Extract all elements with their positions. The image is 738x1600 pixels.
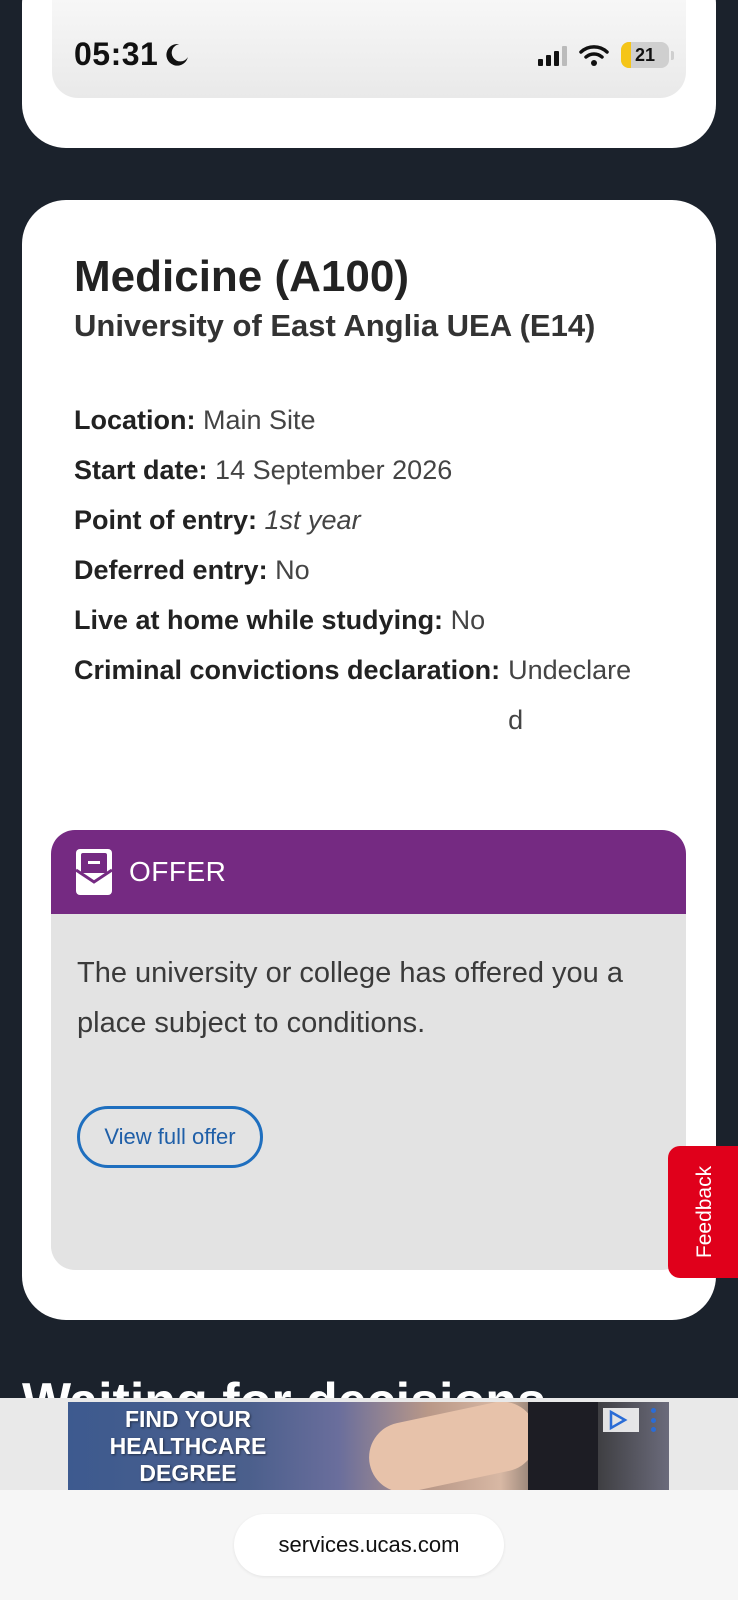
url-bar[interactable]: services.ucas.com [234,1514,504,1576]
ad-banner[interactable]: FIND YOUR HEALTHCARE DEGREE [68,1402,669,1490]
detail-deferred-entry: Deferred entry: No [74,545,674,595]
url-text: services.ucas.com [278,1532,460,1557]
detail-live-at-home: Live at home while studying: No [74,595,674,645]
wifi-icon [579,45,609,66]
status-icons: 21 [538,42,674,68]
view-full-offer-button[interactable]: View full offer [77,1106,263,1168]
detail-label: Live at home while studying: [74,605,444,635]
detail-label: Point of entry: [74,505,257,535]
moon-icon [166,43,189,66]
detail-value: No [450,605,486,635]
detail-value: Undeclared [508,655,632,735]
battery-percentage: 21 [634,44,656,65]
offer-message: The university or college has offered yo… [77,957,623,1039]
detail-location: Location: Main Site [74,395,674,445]
offer-status-label: OFFER [129,856,227,887]
institution-name: University of East Anglia UEA (E14) [74,308,596,343]
browser-toolbar: services.ucas.com [0,1490,738,1600]
feedback-label: Feedback [693,1165,717,1259]
ad-headline: FIND YOUR HEALTHCARE DEGREE [109,1406,267,1486]
course-details: Location: Main Site Start date: 14 Septe… [74,395,674,745]
clock-time: 05:31 [74,36,159,72]
status-time: 05:31 [74,36,190,73]
detail-label: Criminal convictions declaration: [74,655,501,685]
detail-point-of-entry: Point of entry: 1st year [74,495,674,545]
detail-value: Main Site [203,405,316,435]
offer-header: OFFER [51,830,686,914]
offer-panel: OFFER The university or college has offe… [51,830,686,1270]
ad-image-shadow [528,1402,598,1490]
battery-icon: 21 [621,42,674,68]
detail-value: 1st year [264,505,361,535]
ad-image-arm [362,1402,544,1490]
adchoices-icon[interactable] [603,1408,639,1432]
application-card: Medicine (A100) University of East Angli… [22,200,716,1320]
detail-start-date: Start date: 14 September 2026 [74,445,674,495]
envelope-icon [75,849,113,895]
detail-value: 14 September 2026 [215,455,453,485]
detail-criminal-convictions: Criminal convictions declaration: Undecl… [74,645,674,745]
feedback-tab[interactable]: Feedback [668,1146,738,1278]
ad-menu-icon[interactable] [651,1408,659,1432]
signal-icon [538,44,567,66]
detail-label: Start date: [74,455,208,485]
detail-value: No [275,555,310,585]
detail-label: Location: [74,405,196,435]
course-title: Medicine (A100) [74,252,409,301]
detail-label: Deferred entry: [74,555,268,585]
